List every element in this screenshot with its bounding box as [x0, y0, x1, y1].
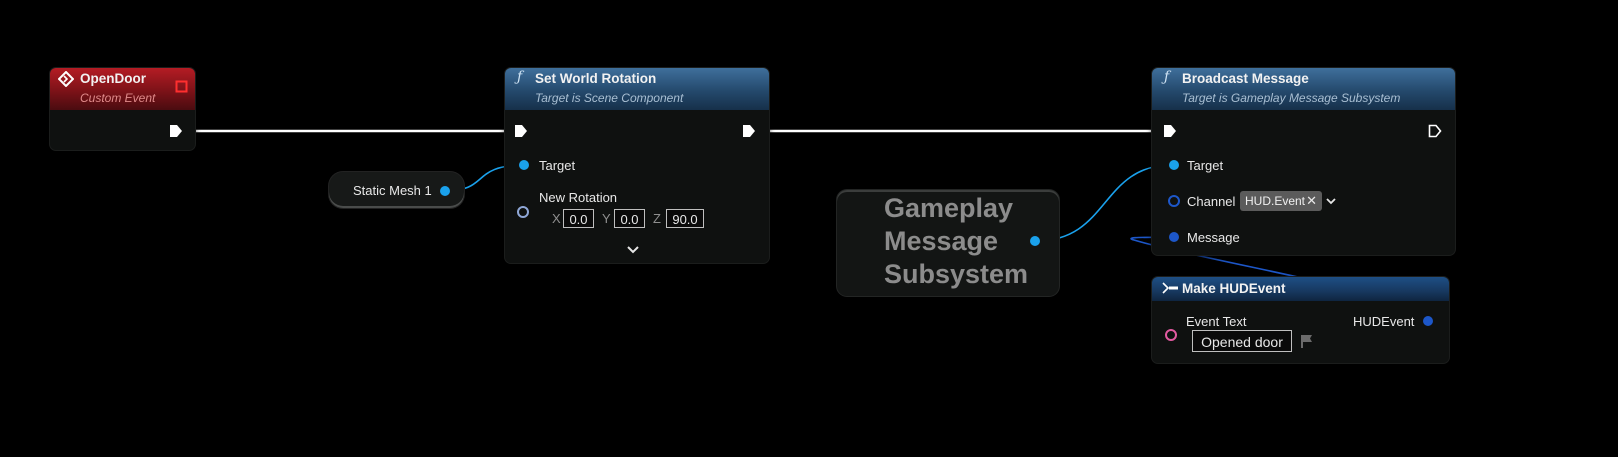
exec-out-pin-icon[interactable] [741, 123, 757, 139]
event-diamond-icon [58, 71, 74, 87]
event-text-field[interactable]: Opened door [1192, 330, 1292, 352]
delegate-square-icon[interactable] [175, 80, 188, 93]
function-icon: ƒ [1164, 69, 1170, 85]
exec-out-pin-icon[interactable] [1427, 123, 1443, 139]
z-axis-label: Z [653, 211, 661, 226]
subsystem-label-line1: Gameplay [884, 193, 1014, 223]
channel-label: Channel [1187, 194, 1236, 209]
target-input-pin[interactable] [1169, 160, 1179, 170]
static-mesh-output-pin[interactable] [440, 186, 450, 196]
exec-in-pin-icon[interactable] [1162, 123, 1178, 139]
set-world-rotation-subtitle: Target is Scene Component [535, 91, 684, 105]
event-text-label: Event Text [1186, 314, 1247, 329]
target-input-pin[interactable] [519, 160, 529, 170]
y-axis-label: Y [602, 211, 611, 226]
channel-tag-chip[interactable]: HUD.Event ✕ [1240, 191, 1322, 211]
make-hudevent-node[interactable]: Make HUDEvent Event Text Opened door HUD… [1152, 277, 1449, 363]
message-input-pin[interactable] [1169, 232, 1179, 242]
make-struct-icon [1162, 282, 1178, 294]
opendoor-title: OpenDoor [80, 71, 146, 86]
make-hudevent-title: Make HUDEvent [1182, 281, 1286, 296]
message-label: Message [1187, 230, 1240, 245]
new-rotation-input-pin[interactable] [517, 206, 529, 218]
target-label: Target [1187, 158, 1224, 173]
rotation-z-field[interactable]: 90.0 [666, 209, 704, 228]
broadcast-message-node[interactable]: ƒ Broadcast Message Target is Gameplay M… [1152, 68, 1455, 255]
set-world-rotation-title: Set World Rotation [535, 71, 657, 86]
function-icon: ƒ [517, 69, 523, 85]
event-text-input-pin[interactable] [1165, 329, 1177, 341]
new-rotation-label: New Rotation [539, 190, 618, 205]
broadcast-message-title: Broadcast Message [1182, 71, 1309, 86]
broadcast-message-subtitle: Target is Gameplay Message Subsystem [1182, 91, 1401, 105]
rotation-y-field[interactable]: 0.0 [614, 209, 645, 228]
gameplay-message-subsystem-node[interactable]: Gameplay Message Subsystem [837, 190, 1059, 296]
channel-input-pin[interactable] [1168, 195, 1180, 207]
set-world-rotation-node[interactable]: ƒ Set World Rotation Target is Scene Com… [505, 68, 769, 263]
clear-x-icon[interactable]: ✕ [1306, 191, 1317, 211]
subsystem-label: Gameplay Message Subsystem [884, 192, 1028, 291]
flag-icon[interactable] [1299, 333, 1315, 349]
subsystem-label-line3: Subsystem [884, 259, 1029, 289]
static-mesh-label: Static Mesh 1 [353, 183, 432, 198]
x-axis-label: X [552, 211, 561, 226]
opendoor-subtitle: Custom Event [80, 91, 156, 105]
static-mesh-variable-node[interactable]: Static Mesh 1 [329, 172, 464, 208]
subsystem-label-line2: Message [884, 226, 999, 256]
target-label: Target [539, 158, 576, 173]
chevron-down-icon[interactable] [1325, 197, 1337, 206]
channel-tag-value: HUD.Event [1245, 194, 1306, 208]
subsystem-output-pin[interactable] [1030, 236, 1040, 246]
hudevent-output-label: HUDEvent [1353, 314, 1415, 329]
rotation-x-field[interactable]: 0.0 [563, 209, 594, 228]
exec-in-pin-icon[interactable] [513, 123, 529, 139]
hudevent-output-pin[interactable] [1423, 316, 1433, 326]
opendoor-event-node[interactable]: OpenDoor Custom Event [50, 68, 195, 150]
chevron-down-icon[interactable] [626, 245, 640, 255]
exec-pin-icon[interactable] [168, 123, 184, 139]
